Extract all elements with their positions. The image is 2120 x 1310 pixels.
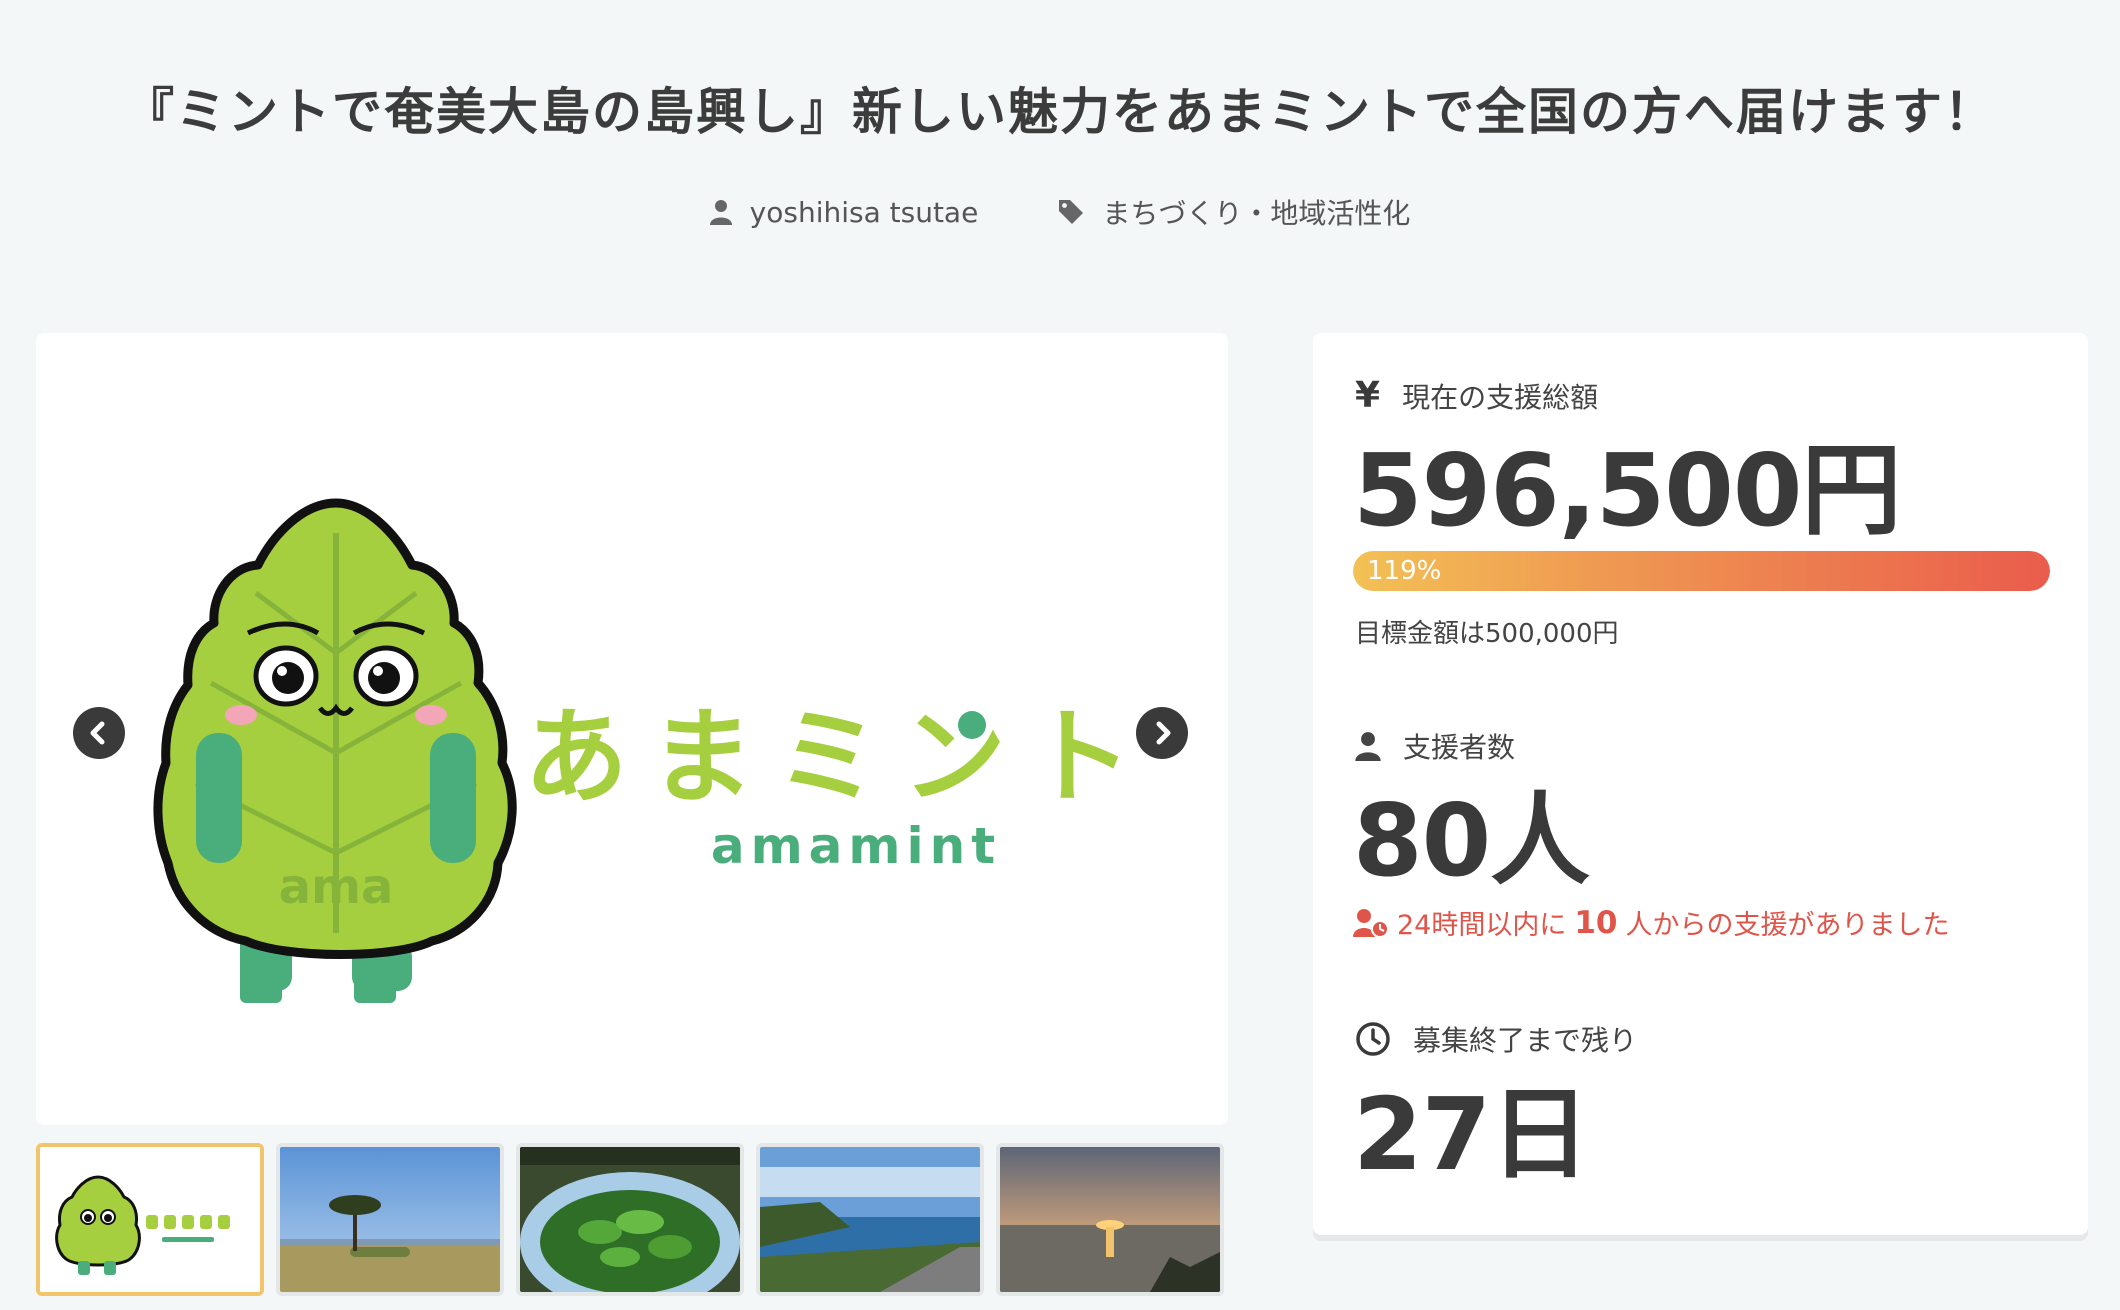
clock-icon (1356, 1022, 1390, 1056)
gallery-thumbnails (36, 1143, 1224, 1296)
supporters-value: 80人 (1353, 782, 1590, 899)
thumb-logo-image (40, 1147, 260, 1292)
logo-text-jp: あまミント (524, 696, 1154, 818)
thumb-coast-road[interactable] (756, 1143, 984, 1296)
total-amount-label: ¥ 現在の支援総額 (1355, 375, 1599, 416)
thumb-logo[interactable] (36, 1143, 264, 1296)
thumb-sunset[interactable] (996, 1143, 1224, 1296)
page-title: 『ミントで奄美大島の島興し』新しい魅力をあまミントで全国の方へ届けます！ (124, 83, 1996, 141)
thumb-sunset-image (1000, 1147, 1220, 1292)
user-clock-icon (1353, 908, 1389, 938)
gallery-prev-button[interactable] (73, 707, 125, 759)
gallery-main-image[interactable]: ama あまミント amamint (36, 333, 1228, 1125)
gallery-next-button[interactable] (1136, 707, 1188, 759)
author-name: yoshihisa tsutae (749, 195, 979, 229)
recent-count: 10 (1574, 904, 1618, 941)
tag-icon (1059, 200, 1084, 224)
user-icon (709, 200, 732, 225)
chevron-left-icon (90, 721, 105, 745)
remaining-value: 27日 (1353, 1076, 1590, 1193)
amamint-logo-image: ama あまミント amamint (153, 498, 1154, 1003)
supporters-label: 支援者数 (1355, 726, 1515, 766)
funding-stats-card: ¥ 現在の支援総額 596,500円 119% 目標金額は500,000円 支援… (1313, 333, 2088, 1235)
funding-progress-bar: 119% (1353, 551, 2050, 591)
svg-text:ama: ama (279, 859, 394, 915)
recent-support-notice: 24時間以内に 10 人からの支援がありました (1353, 903, 1950, 942)
thumb-tree-field-image (280, 1147, 500, 1292)
progress-fill: 119% (1353, 551, 2050, 591)
thumb-coast-road-image (760, 1147, 980, 1292)
thumb-mint-leaves-image (520, 1147, 740, 1292)
category-name: まちづくり・地域活性化 (1102, 197, 1411, 230)
chevron-right-icon (1156, 721, 1171, 745)
logo-text-en: amamint (711, 817, 1001, 875)
remaining-label: 募集終了まで残り (1355, 1019, 1637, 1059)
author-link[interactable]: yoshihisa tsutae (709, 195, 979, 229)
category-link[interactable]: まちづくり・地域活性化 (1058, 192, 1410, 232)
thumb-mint-leaves[interactable] (516, 1143, 744, 1296)
progress-percent: 119% (1367, 556, 1442, 586)
thumb-tree-field[interactable] (276, 1143, 504, 1296)
target-amount: 目標金額は500,000円 (1355, 619, 1619, 649)
total-amount-value: 596,500円 (1353, 432, 1901, 549)
project-meta: yoshihisa tsutae まちづくり・地域活性化 (0, 192, 2120, 232)
user-icon (1355, 732, 1381, 761)
yen-icon: ¥ (1355, 375, 1381, 416)
